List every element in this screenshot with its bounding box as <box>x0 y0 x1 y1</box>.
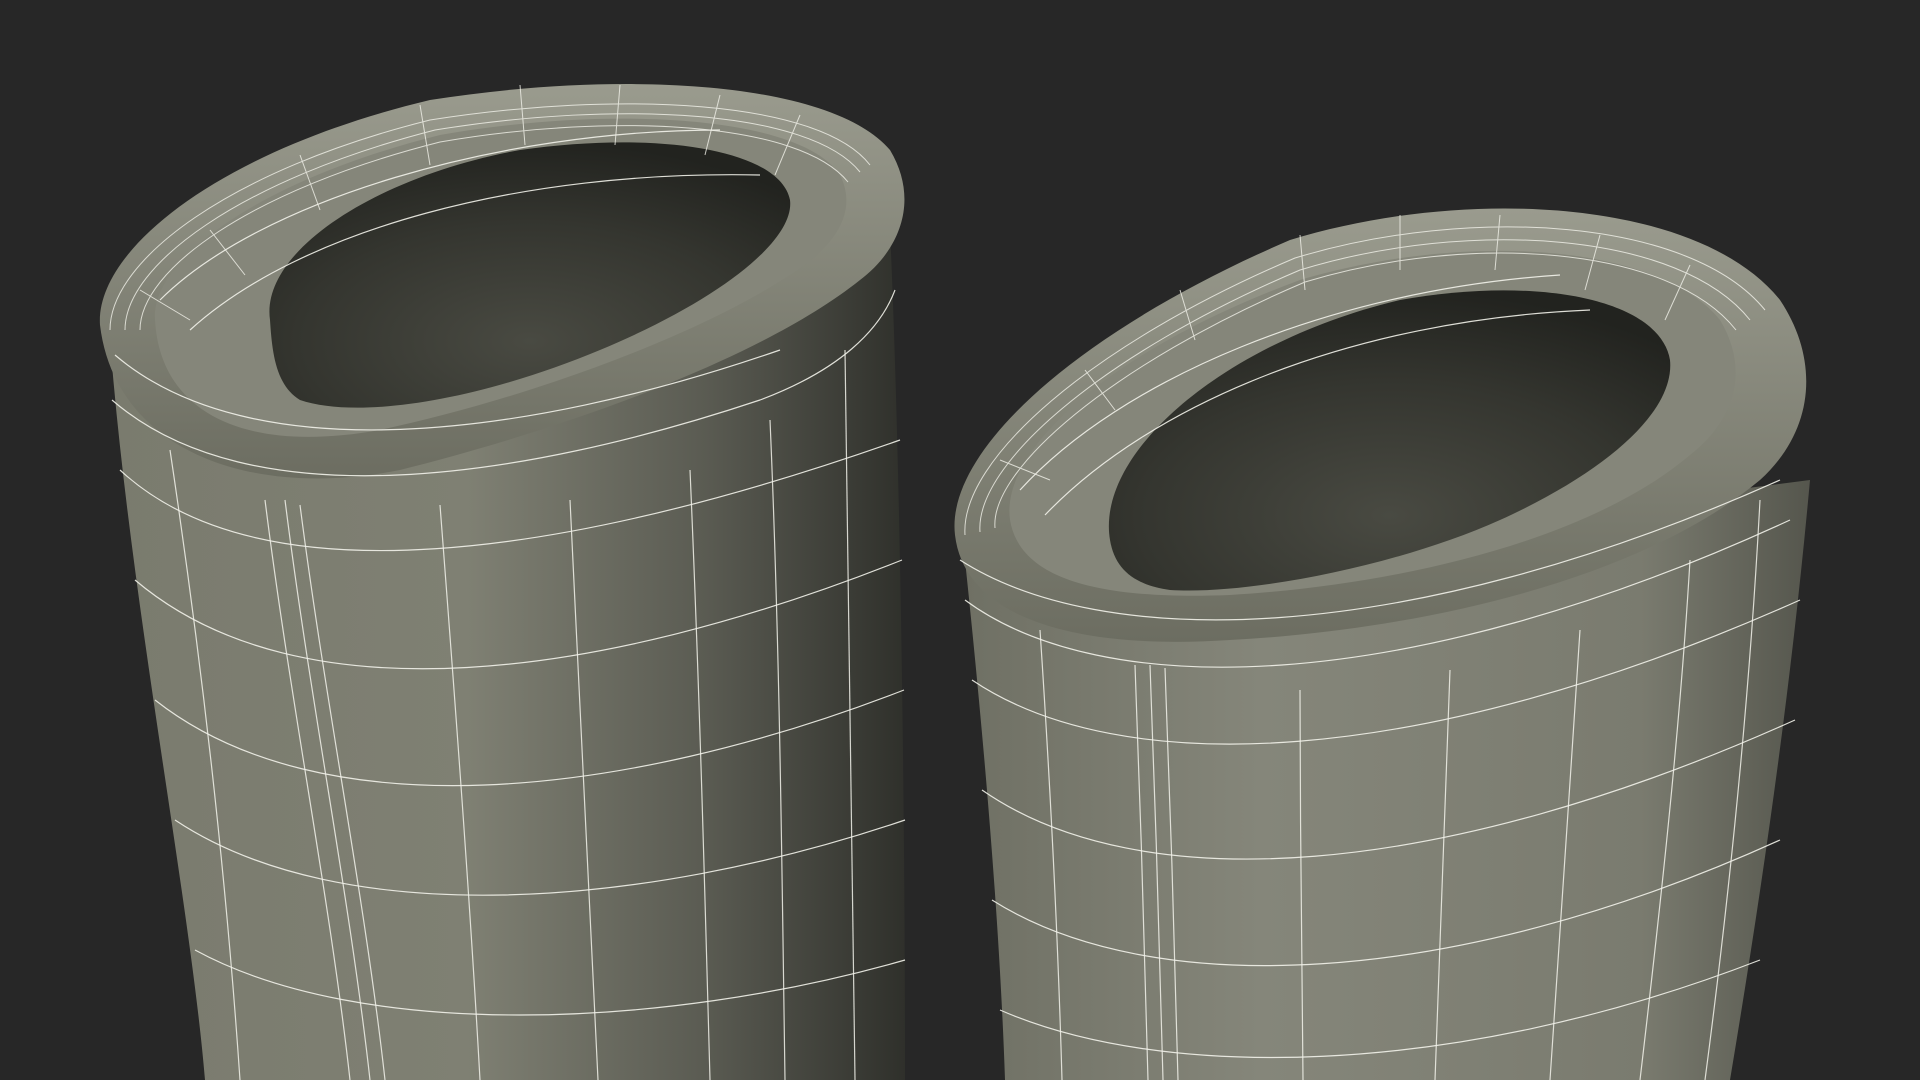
left-boot-shaft <box>99 84 906 1080</box>
wireframe-render <box>99 84 1810 1080</box>
right-boot-shaft <box>954 208 1810 1080</box>
render-viewport <box>0 0 1920 1080</box>
